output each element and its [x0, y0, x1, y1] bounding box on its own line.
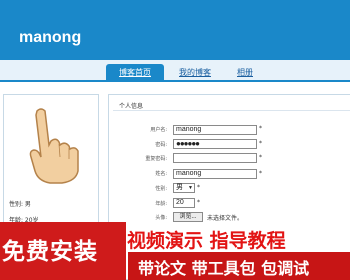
required-mark: * — [259, 125, 262, 132]
gender-select-value: 男 — [176, 184, 183, 191]
gender-select[interactable]: 男 ▼ — [173, 183, 195, 193]
browse-file-button[interactable]: 浏览... — [173, 212, 203, 222]
section-divider — [113, 110, 350, 111]
tab-my-blog[interactable]: 我的博客 — [170, 64, 220, 82]
avatar — [10, 101, 94, 185]
pointing-hand-icon — [29, 108, 79, 184]
tab-album[interactable]: 相册 — [228, 64, 262, 82]
name-field[interactable]: manong — [173, 169, 257, 179]
promo-bottom-bar[interactable]: 带论文 带工具包 包调试 — [128, 252, 350, 280]
username-label: 用户名: — [150, 127, 167, 133]
chevron-down-icon: ▼ — [188, 185, 193, 191]
name-label: 姓名: — [155, 171, 167, 177]
required-mark: * — [259, 154, 262, 161]
age-label: 年龄: — [155, 201, 167, 207]
section-title: 个人信息 — [119, 103, 144, 110]
promo-free-install[interactable]: 免费安装 — [0, 222, 126, 280]
site-title: manong — [19, 29, 82, 46]
username-field[interactable]: manong — [173, 125, 257, 135]
nav-bar: 博客首页 我的博客 相册 — [0, 60, 350, 82]
required-mark: * — [197, 184, 200, 191]
confirm-password-field[interactable] — [173, 153, 257, 163]
required-mark: * — [259, 170, 262, 177]
promo-free-install-text: 免费安装 — [2, 239, 98, 265]
tab-blog-home[interactable]: 博客首页 — [106, 64, 164, 82]
avatar-label: 头像: — [155, 215, 167, 221]
promo-bottom-text: 带论文 带工具包 包调试 — [138, 259, 310, 278]
required-mark: * — [259, 140, 262, 147]
gender-label: 性别: — [155, 186, 167, 192]
password-field[interactable]: ●●●●●● — [173, 139, 257, 149]
gender-info: 性别: 男 — [9, 201, 31, 208]
required-mark: * — [197, 199, 200, 206]
file-status: 未选择文件。 — [207, 215, 244, 222]
page-header: manong — [0, 0, 350, 60]
password-label: 密码: — [155, 142, 167, 148]
age-field[interactable]: 20 — [173, 198, 195, 208]
promo-video-tutorial[interactable]: 视频演示 指导教程 — [127, 226, 286, 253]
confirm-password-label: 重复密码: — [145, 156, 167, 162]
